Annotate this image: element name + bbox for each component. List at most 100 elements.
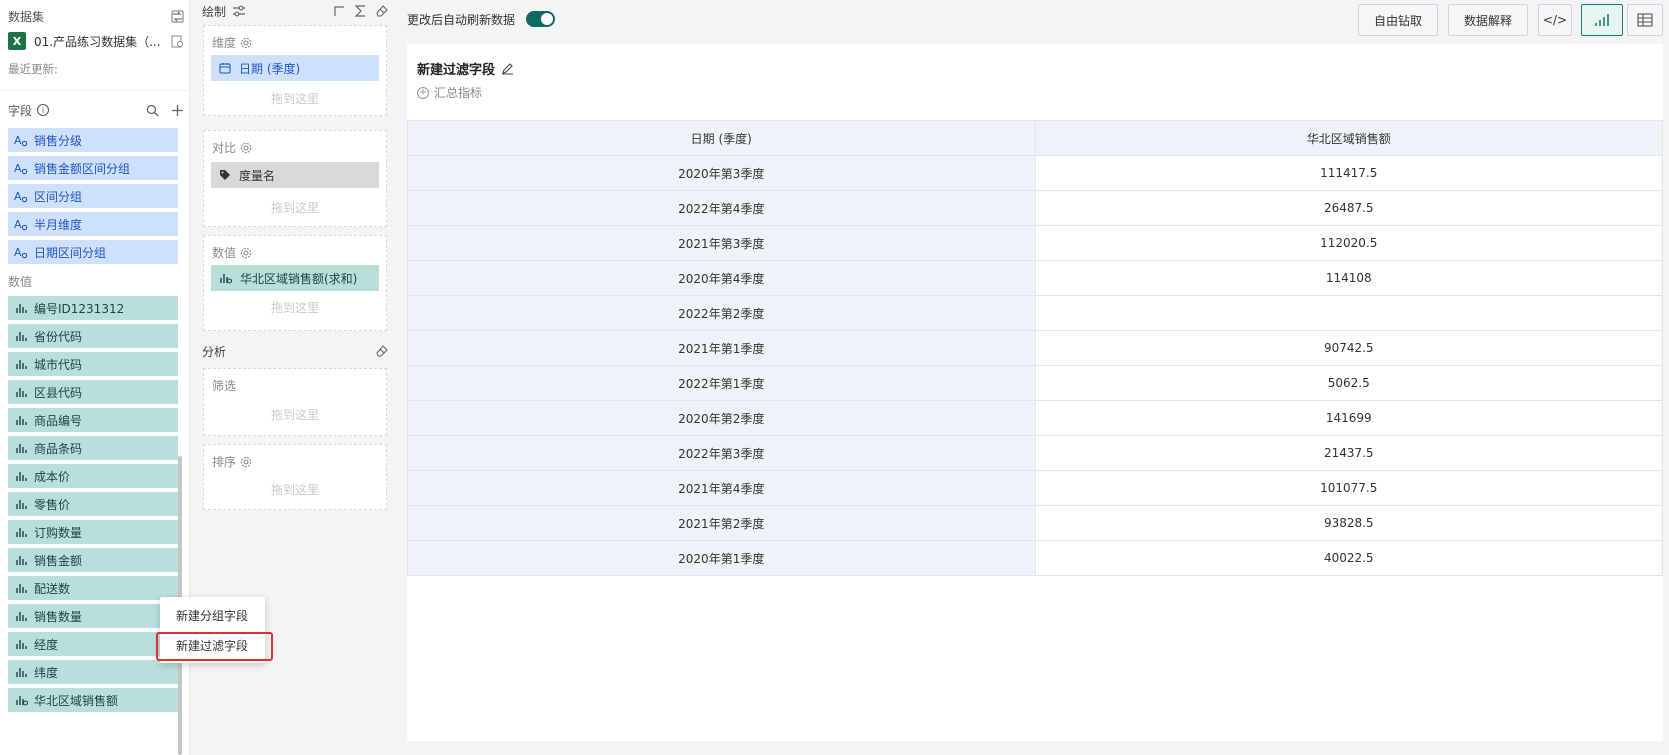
cell-north-sales[interactable]: 5062.5: [1034, 365, 1663, 401]
cell-north-sales[interactable]: 111417.5: [1034, 155, 1663, 191]
draw-settings-icon[interactable]: [232, 5, 246, 17]
sort-dropzone[interactable]: 排序 拖到这里: [203, 444, 387, 510]
eraser-icon[interactable]: [376, 5, 388, 17]
cell-date[interactable]: 2021年第1季度: [407, 330, 1036, 366]
search-icon[interactable]: [146, 104, 159, 117]
auto-refresh-label: 更改后自动刷新数据: [407, 13, 516, 27]
numeric-field-item[interactable]: 区县代码: [8, 380, 178, 404]
data-explain-button[interactable]: 数据解释: [1448, 4, 1528, 36]
cell-date[interactable]: 2020年第4季度: [407, 260, 1036, 296]
field-list: A 销售分级 A 销售金额区间分组 A 区间分组 A 半月维度 A 日期区间分组 数值 编号ID1…: [8, 128, 178, 716]
value-dropzone[interactable]: 数值 华北区域销售额(求和) 拖到这里: [203, 235, 387, 331]
cell-north-sales[interactable]: 141699: [1034, 400, 1663, 436]
axis-icon[interactable]: [333, 5, 345, 17]
cell-north-sales[interactable]: 40022.5: [1034, 540, 1663, 576]
table-view-button[interactable]: [1627, 4, 1663, 36]
svg-text:A: A: [14, 246, 22, 259]
fields-title: 字段: [8, 103, 33, 118]
measure-icon: [14, 581, 28, 595]
add-summary-metric[interactable]: + 汇总指标: [417, 84, 482, 101]
dimension-field-item[interactable]: A 半月维度: [8, 212, 178, 236]
numeric-field-item[interactable]: 配送数: [8, 576, 178, 600]
switch-dataset-icon[interactable]: [171, 10, 184, 23]
cell-date[interactable]: 2021年第4季度: [407, 470, 1036, 506]
numeric-field-item[interactable]: 销售数量: [8, 604, 178, 628]
cell-date[interactable]: 2020年第2季度: [407, 400, 1036, 436]
cell-north-sales[interactable]: 26487.5: [1034, 190, 1663, 226]
dimension-field-item[interactable]: A 销售金额区间分组: [8, 156, 178, 180]
dimension-field-item[interactable]: A 销售分级: [8, 128, 178, 152]
table-row: 2021年第3季度 112020.5: [407, 225, 1663, 261]
column-header-date[interactable]: 日期 (季度): [407, 120, 1036, 156]
tag-icon: [219, 169, 231, 181]
dimension-dropzone[interactable]: 维度 日期 (季度) 拖到这里: [203, 25, 387, 116]
compare-chip-measure-name[interactable]: 度量名: [211, 162, 379, 188]
sort-label: 排序: [212, 455, 237, 469]
numeric-field-item[interactable]: 经度: [8, 632, 178, 656]
chart-view-button[interactable]: [1581, 4, 1623, 36]
bar-chart-icon: [1595, 14, 1609, 26]
numeric-field-item[interactable]: 销售金额: [8, 548, 178, 572]
measure-icon: [14, 385, 28, 399]
field-label: 成本价: [34, 469, 71, 484]
value-settings-icon[interactable]: [240, 247, 252, 259]
sigma-icon[interactable]: [355, 5, 366, 17]
cell-north-sales[interactable]: 101077.5: [1034, 470, 1663, 506]
analysis-eraser-icon[interactable]: [376, 345, 388, 357]
dataset-name-row[interactable]: X 01.产品练习数据集（...: [8, 31, 184, 51]
measure-icon: [14, 469, 28, 483]
cell-north-sales[interactable]: 21437.5: [1034, 435, 1663, 471]
cell-north-sales[interactable]: 112020.5: [1034, 225, 1663, 261]
free-drill-button[interactable]: 自由钻取: [1358, 4, 1438, 36]
cell-date[interactable]: 2022年第2季度: [407, 295, 1036, 331]
value-chip-north-sales-sum[interactable]: 华北区域销售额(求和): [211, 265, 379, 291]
field-label: 经度: [34, 637, 59, 652]
numeric-field-item[interactable]: 纬度: [8, 660, 178, 684]
menu-item-new-group-field[interactable]: 新建分组字段: [160, 602, 265, 630]
compare-dropzone[interactable]: 对比 度量名 拖到这里: [203, 130, 387, 227]
dimension-field-icon: A: [14, 245, 28, 259]
compare-settings-icon[interactable]: [240, 142, 252, 154]
cell-north-sales[interactable]: [1034, 295, 1663, 331]
dimension-field-item[interactable]: A 日期区间分组: [8, 240, 178, 264]
calendar-dimension-icon: [219, 62, 231, 74]
cell-north-sales[interactable]: 114108: [1034, 260, 1663, 296]
cell-north-sales[interactable]: 90742.5: [1034, 330, 1663, 366]
auto-refresh-toggle[interactable]: [526, 11, 555, 27]
numeric-field-item[interactable]: 订购数量: [8, 520, 178, 544]
numeric-field-item[interactable]: 省份代码: [8, 324, 178, 348]
info-icon[interactable]: i: [37, 104, 50, 116]
numeric-field-item[interactable]: 商品编号: [8, 408, 178, 432]
dimension-chip-date-quarter[interactable]: 日期 (季度): [211, 55, 379, 81]
field-label: 日期区间分组: [34, 245, 107, 260]
cell-date[interactable]: 2022年第3季度: [407, 435, 1036, 471]
numeric-field-item[interactable]: 零售价: [8, 492, 178, 516]
numeric-field-item[interactable]: 编号ID1231312: [8, 296, 178, 320]
cell-date[interactable]: 2020年第1季度: [407, 540, 1036, 576]
measure-icon: [14, 441, 28, 455]
dataset-preview-icon[interactable]: [171, 35, 184, 48]
dimension-field-item[interactable]: A 区间分组: [8, 184, 178, 208]
cell-date[interactable]: 2021年第3季度: [407, 225, 1036, 261]
filter-dropzone[interactable]: 筛选 拖到这里: [203, 368, 387, 436]
field-label: 零售价: [34, 497, 71, 512]
sort-settings-icon[interactable]: [240, 456, 252, 468]
dataset-name: 01.产品练习数据集（...: [34, 34, 161, 49]
value-drop-placeholder: 拖到这里: [270, 301, 319, 315]
cell-date[interactable]: 2022年第4季度: [407, 190, 1036, 226]
numeric-field-item[interactable]: 华北区域销售额: [8, 688, 178, 712]
numeric-field-item[interactable]: 商品条码: [8, 436, 178, 460]
numeric-field-item[interactable]: 成本价: [8, 464, 178, 488]
cell-date[interactable]: 2020年第3季度: [407, 155, 1036, 191]
table-row: 2021年第4季度 101077.5: [407, 470, 1663, 506]
add-field-icon[interactable]: [171, 104, 184, 117]
sort-drop-placeholder: 拖到这里: [270, 483, 319, 497]
cell-date[interactable]: 2021年第2季度: [407, 505, 1036, 541]
dimension-settings-icon[interactable]: [240, 37, 252, 49]
edit-title-icon[interactable]: [501, 62, 514, 75]
numeric-field-item[interactable]: 城市代码: [8, 352, 178, 376]
cell-date[interactable]: 2022年第1季度: [407, 365, 1036, 401]
column-header-north-sales[interactable]: 华北区域销售额: [1034, 120, 1663, 156]
code-view-button[interactable]: </>: [1538, 4, 1572, 36]
cell-north-sales[interactable]: 93828.5: [1034, 505, 1663, 541]
